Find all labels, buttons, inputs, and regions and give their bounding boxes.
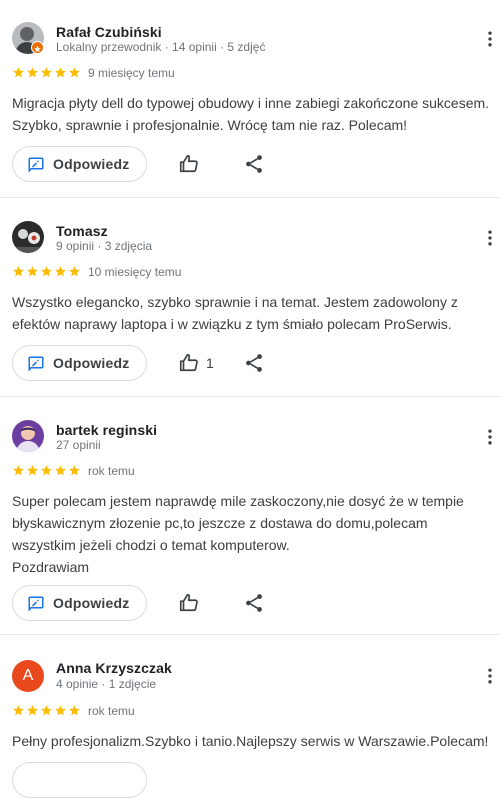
star-icon xyxy=(26,66,39,79)
star-icon xyxy=(68,66,81,79)
like-button[interactable]: 1 xyxy=(178,351,214,375)
avatar[interactable] xyxy=(12,420,44,452)
avatar-letter: A xyxy=(22,667,34,684)
reviewer-name[interactable]: Anna Krzyszczak xyxy=(56,660,172,676)
star-icon xyxy=(54,464,67,477)
star-icon xyxy=(54,265,67,278)
reviewer-name[interactable]: Tomasz xyxy=(56,223,108,239)
reviewer-meta: Lokalny przewodnik · 14 opinii · 5 zdjęć xyxy=(56,40,266,54)
review-text: Migracja płyty dell do typowej obudowy i… xyxy=(12,95,490,133)
star-icon xyxy=(54,704,67,717)
review-date: 10 miesięcy temu xyxy=(88,265,182,279)
divider xyxy=(0,634,500,635)
reply-icon xyxy=(27,156,45,174)
review-date: rok temu xyxy=(88,704,135,718)
star-icon xyxy=(68,704,81,717)
star-icon xyxy=(40,464,53,477)
reply-button[interactable]: Odpowiedz xyxy=(12,345,147,381)
thumbs-up-icon xyxy=(178,352,200,374)
reviewer-meta: 9 opinii · 3 zdjęcia xyxy=(56,239,153,253)
divider xyxy=(0,396,500,397)
star-icon xyxy=(54,66,67,79)
avatar[interactable]: A xyxy=(12,660,44,692)
more-options-icon[interactable] xyxy=(480,425,500,449)
reviewer-name[interactable]: bartek reginski xyxy=(56,422,157,438)
star-icon xyxy=(12,66,25,79)
reply-button[interactable]: Odpowiedz xyxy=(12,146,147,182)
star-icon xyxy=(12,704,25,717)
star-icon xyxy=(68,464,81,477)
reply-button[interactable]: Odpowiedz xyxy=(12,585,147,621)
more-options-icon[interactable] xyxy=(480,226,500,250)
star-icon xyxy=(26,704,39,717)
avatar[interactable] xyxy=(12,221,44,253)
star-icon xyxy=(40,704,53,717)
more-options-icon[interactable] xyxy=(480,27,500,51)
reviewer-meta: 4 opinie · 1 zdjęcie xyxy=(56,677,157,691)
reply-label: Odpowiedz xyxy=(53,156,130,172)
review-text: Super polecam jestem naprawdę mile zasko… xyxy=(12,493,464,575)
star-rating xyxy=(12,66,81,80)
share-icon[interactable] xyxy=(243,592,265,614)
star-icon xyxy=(40,265,53,278)
thumbs-up-icon xyxy=(178,153,200,175)
star-icon xyxy=(12,265,25,278)
reply-button[interactable] xyxy=(12,762,147,798)
star-icon xyxy=(68,265,81,278)
star-icon xyxy=(26,464,39,477)
divider xyxy=(0,197,500,198)
review-date: rok temu xyxy=(88,464,135,478)
review-text: Pełny profesjonalizm.Szybko i tanio.Najl… xyxy=(12,733,489,749)
more-options-icon[interactable] xyxy=(480,664,500,688)
star-rating xyxy=(12,464,81,478)
reply-label: Odpowiedz xyxy=(53,355,130,371)
like-button[interactable] xyxy=(178,152,206,176)
local-guide-badge-icon xyxy=(31,41,44,54)
star-icon xyxy=(26,265,39,278)
star-rating xyxy=(12,265,81,279)
thumbs-up-icon xyxy=(178,592,200,614)
review-date: 9 miesięcy temu xyxy=(88,66,175,80)
star-icon xyxy=(40,66,53,79)
reply-icon xyxy=(27,595,45,613)
reviewer-name[interactable]: Rafał Czubiński xyxy=(56,24,162,40)
reply-label: Odpowiedz xyxy=(53,595,130,611)
star-icon xyxy=(12,464,25,477)
star-rating xyxy=(12,704,81,718)
share-icon[interactable] xyxy=(243,352,265,374)
review-text: Wszystko elegancko, szybko sprawnie i na… xyxy=(12,294,458,332)
share-icon[interactable] xyxy=(243,153,265,175)
like-button[interactable] xyxy=(178,591,206,615)
like-count: 1 xyxy=(206,355,214,371)
reply-icon xyxy=(27,355,45,373)
reviewer-meta: 27 opinii xyxy=(56,438,101,452)
